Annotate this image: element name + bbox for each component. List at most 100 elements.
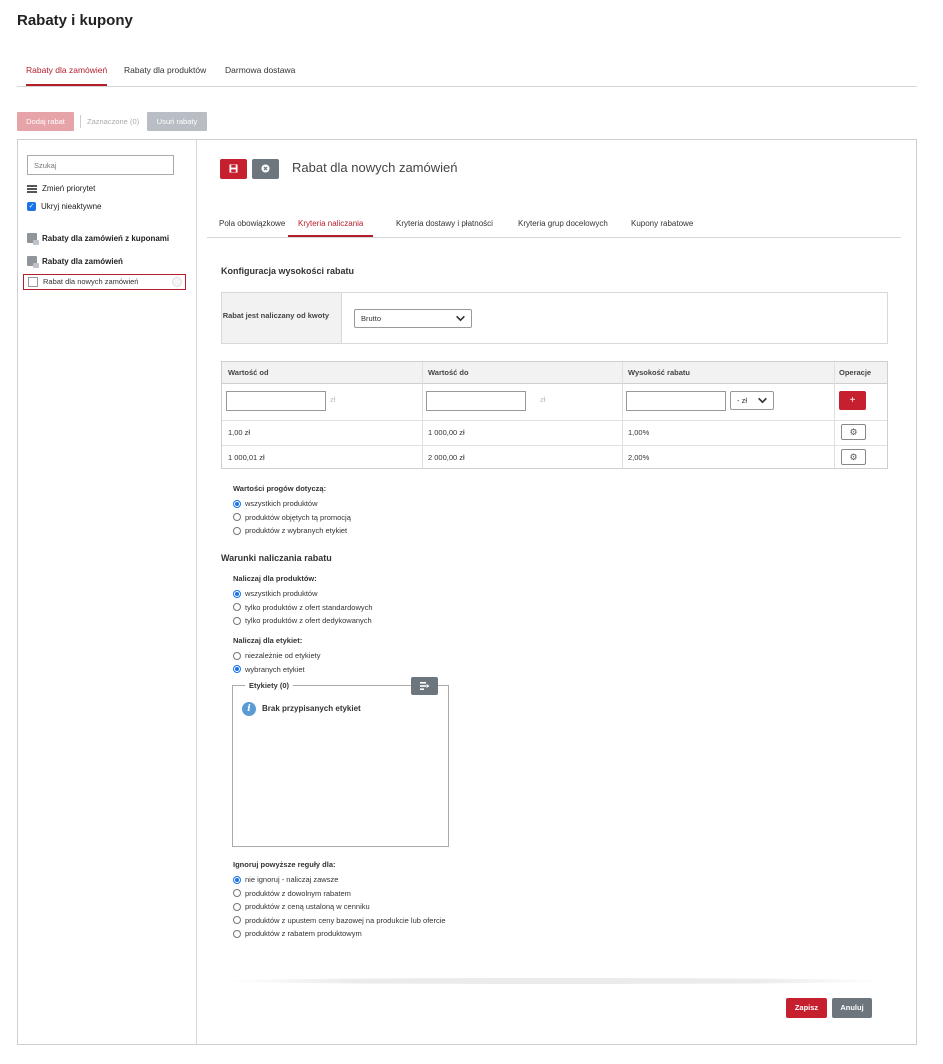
tab-order-discounts[interactable]: Rabaty dla zamówień [26, 60, 108, 86]
row-2-to: 2 000,00 zł [428, 453, 465, 462]
group-order-discounts[interactable]: Rabaty dla zamówień [27, 256, 123, 268]
tab-calculation-criteria[interactable]: Kryteria naliczania [288, 213, 374, 237]
toolbar-separator [80, 115, 81, 128]
discount-unit-value: - zł [737, 396, 747, 405]
column-divider [422, 362, 423, 468]
radio-label: tylko produktów z ofert standardowych [245, 602, 373, 612]
radio-label: nie ignoruj - naliczaj zawsze [245, 875, 339, 885]
value-from-input[interactable] [226, 391, 326, 411]
labels-box-title: Etykiety (0) [245, 681, 294, 690]
group-coupon-discounts[interactable]: Rabaty dla zamówień z kuponami [27, 233, 170, 245]
radio-label: wybranych etykiet [245, 664, 305, 674]
column-divider [834, 362, 835, 468]
discount-thresholds-table: Wartość od Wartość do Wysokość rabatu Op… [221, 361, 888, 469]
panel-divider [196, 140, 197, 1044]
radio-selected-icon [233, 875, 241, 884]
radio-promo-products[interactable]: produktów objętych tą promocją [233, 511, 351, 525]
radio-selected-labels[interactable]: wybranych etykiet [233, 663, 320, 677]
status-dot-icon [172, 277, 182, 287]
radio-all-products[interactable]: wszystkich produktów [233, 497, 351, 511]
calc-basis-value: Brutto [361, 314, 382, 323]
radio-label: produktów z ceną ustaloną w cenniku [245, 902, 370, 912]
discount-amount-input[interactable] [626, 391, 726, 411]
row-1-settings-button[interactable]: ⚙ [841, 424, 866, 440]
row-1-discount: 1,00% [628, 428, 650, 437]
change-priority-link[interactable]: Zmień priorytet [27, 184, 95, 193]
save-icon [229, 164, 238, 173]
item-checkbox[interactable] [28, 277, 38, 287]
tab-discount-coupons[interactable]: Kupony rabatowe [631, 213, 693, 237]
conditions-section-title: Warunki naliczania rabatu [221, 553, 332, 563]
calc-basis-select[interactable]: Brutto [354, 309, 472, 328]
radio-label: produktów objętych tą promocją [245, 512, 351, 522]
radio-label: produktów z dowolnym rabatem [245, 888, 351, 898]
row-2-discount: 2,00% [628, 453, 650, 462]
radio-standard-offers[interactable]: tylko produktów z ofert standardowych [233, 601, 373, 615]
search-input[interactable] [27, 155, 174, 175]
radio-icon [233, 929, 241, 938]
calc-products-group: Naliczaj dla produktów: wszystkich produ… [233, 574, 373, 628]
radio-label-products[interactable]: produktów z wybranych etykiet [233, 524, 351, 538]
radio-product-discount[interactable]: produktów z rabatem produktowym [233, 927, 446, 941]
add-threshold-button[interactable]: + [839, 391, 866, 410]
page-title: Rabaty i kupony [17, 12, 133, 29]
change-priority-label: Zmień priorytet [42, 184, 96, 193]
radio-all-products[interactable]: wszystkich produktów [233, 587, 373, 601]
row-2-settings-button[interactable]: ⚙ [841, 449, 866, 465]
radio-selected-icon [233, 665, 241, 674]
ignore-rules-title: Ignoruj powyższe reguły dla: [233, 860, 336, 869]
gear-icon: ⚙ [849, 427, 858, 437]
group-order-label: Rabaty dla zamówień [42, 256, 123, 266]
hide-inactive-label: Ukryj nieaktywne [41, 202, 102, 211]
radio-never-ignore[interactable]: nie ignoruj - naliczaj zawsze [233, 873, 446, 887]
add-discount-button[interactable]: Dodaj rabat [17, 112, 74, 131]
footer-divider [221, 978, 888, 984]
top-tabs: Rabaty dla zamówień Rabaty dla produktów… [17, 60, 917, 87]
radio-any-discount[interactable]: produktów z dowolnym rabatem [233, 887, 446, 901]
tab-delivery-payment-criteria[interactable]: Kryteria dostawy i płatności [396, 213, 493, 237]
radio-label: wszystkich produktów [245, 499, 318, 509]
rule-tabs: Pola obowiązkowe Kryteria naliczania Kry… [207, 213, 901, 238]
radio-base-price-discount[interactable]: produktów z upustem ceny bazowej na prod… [233, 914, 446, 928]
hide-inactive-checkbox[interactable]: ✓ Ukryj nieaktywne [27, 202, 101, 211]
folder-icon [27, 233, 39, 245]
thresholds-apply-group: Wartości progów dotyczą: wszystkich prod… [233, 484, 351, 538]
assign-labels-button[interactable] [411, 677, 438, 695]
radio-icon [233, 513, 241, 522]
tab-required-fields[interactable]: Pola obowiązkowe [219, 213, 285, 237]
check-icon: ✓ [27, 202, 36, 211]
tab-free-delivery[interactable]: Darmowa dostawa [225, 60, 295, 86]
row-1-to: 1 000,00 zł [428, 428, 465, 437]
tab-product-discounts[interactable]: Rabaty dla produktów [124, 60, 206, 86]
save-icon-button[interactable] [220, 159, 247, 179]
close-icon-button[interactable] [252, 159, 279, 179]
calc-basis-label: Rabat jest naliczany od kwoty [222, 293, 342, 343]
sidebar-item-new-orders-discount[interactable]: Rabat dla nowych zamówień [23, 274, 186, 290]
discount-unit-select[interactable]: - zł [730, 391, 774, 410]
remove-discounts-button[interactable]: Usuń rabaty [147, 112, 207, 131]
header-operations: Operacje [834, 362, 887, 384]
group-coupon-label: Rabaty dla zamówień z kuponami [42, 233, 170, 243]
chevron-down-icon [758, 397, 767, 404]
save-button[interactable]: Zapisz [786, 998, 827, 1018]
radio-pricelist-price[interactable]: produktów z ceną ustaloną w cenniku [233, 900, 446, 914]
radio-dedicated-offers[interactable]: tylko produktów z ofert dedykowanych [233, 614, 373, 628]
radio-icon [233, 603, 241, 612]
labels-box: Etykiety (0) i Brak przypisanych etykiet [232, 677, 449, 847]
radio-any-label[interactable]: niezależnie od etykiety [233, 649, 320, 663]
radio-selected-icon [233, 499, 241, 508]
priority-icon [27, 184, 37, 193]
folder-icon [27, 256, 39, 268]
radio-icon [233, 651, 241, 660]
calc-products-title: Naliczaj dla produktów: [233, 574, 317, 583]
value-to-input[interactable] [426, 391, 526, 411]
radio-icon [233, 889, 241, 898]
radio-selected-icon [233, 589, 241, 598]
column-divider [622, 362, 623, 468]
header-discount-amount: Wysokość rabatu [622, 362, 834, 384]
selected-count: Zaznaczone (0) [87, 117, 140, 126]
tab-target-group-criteria[interactable]: Kryteria grup docelowych [518, 213, 608, 237]
cancel-button[interactable]: Anuluj [832, 998, 872, 1018]
row-2-from: 1 000,01 zł [228, 453, 265, 462]
row-divider [222, 445, 887, 446]
